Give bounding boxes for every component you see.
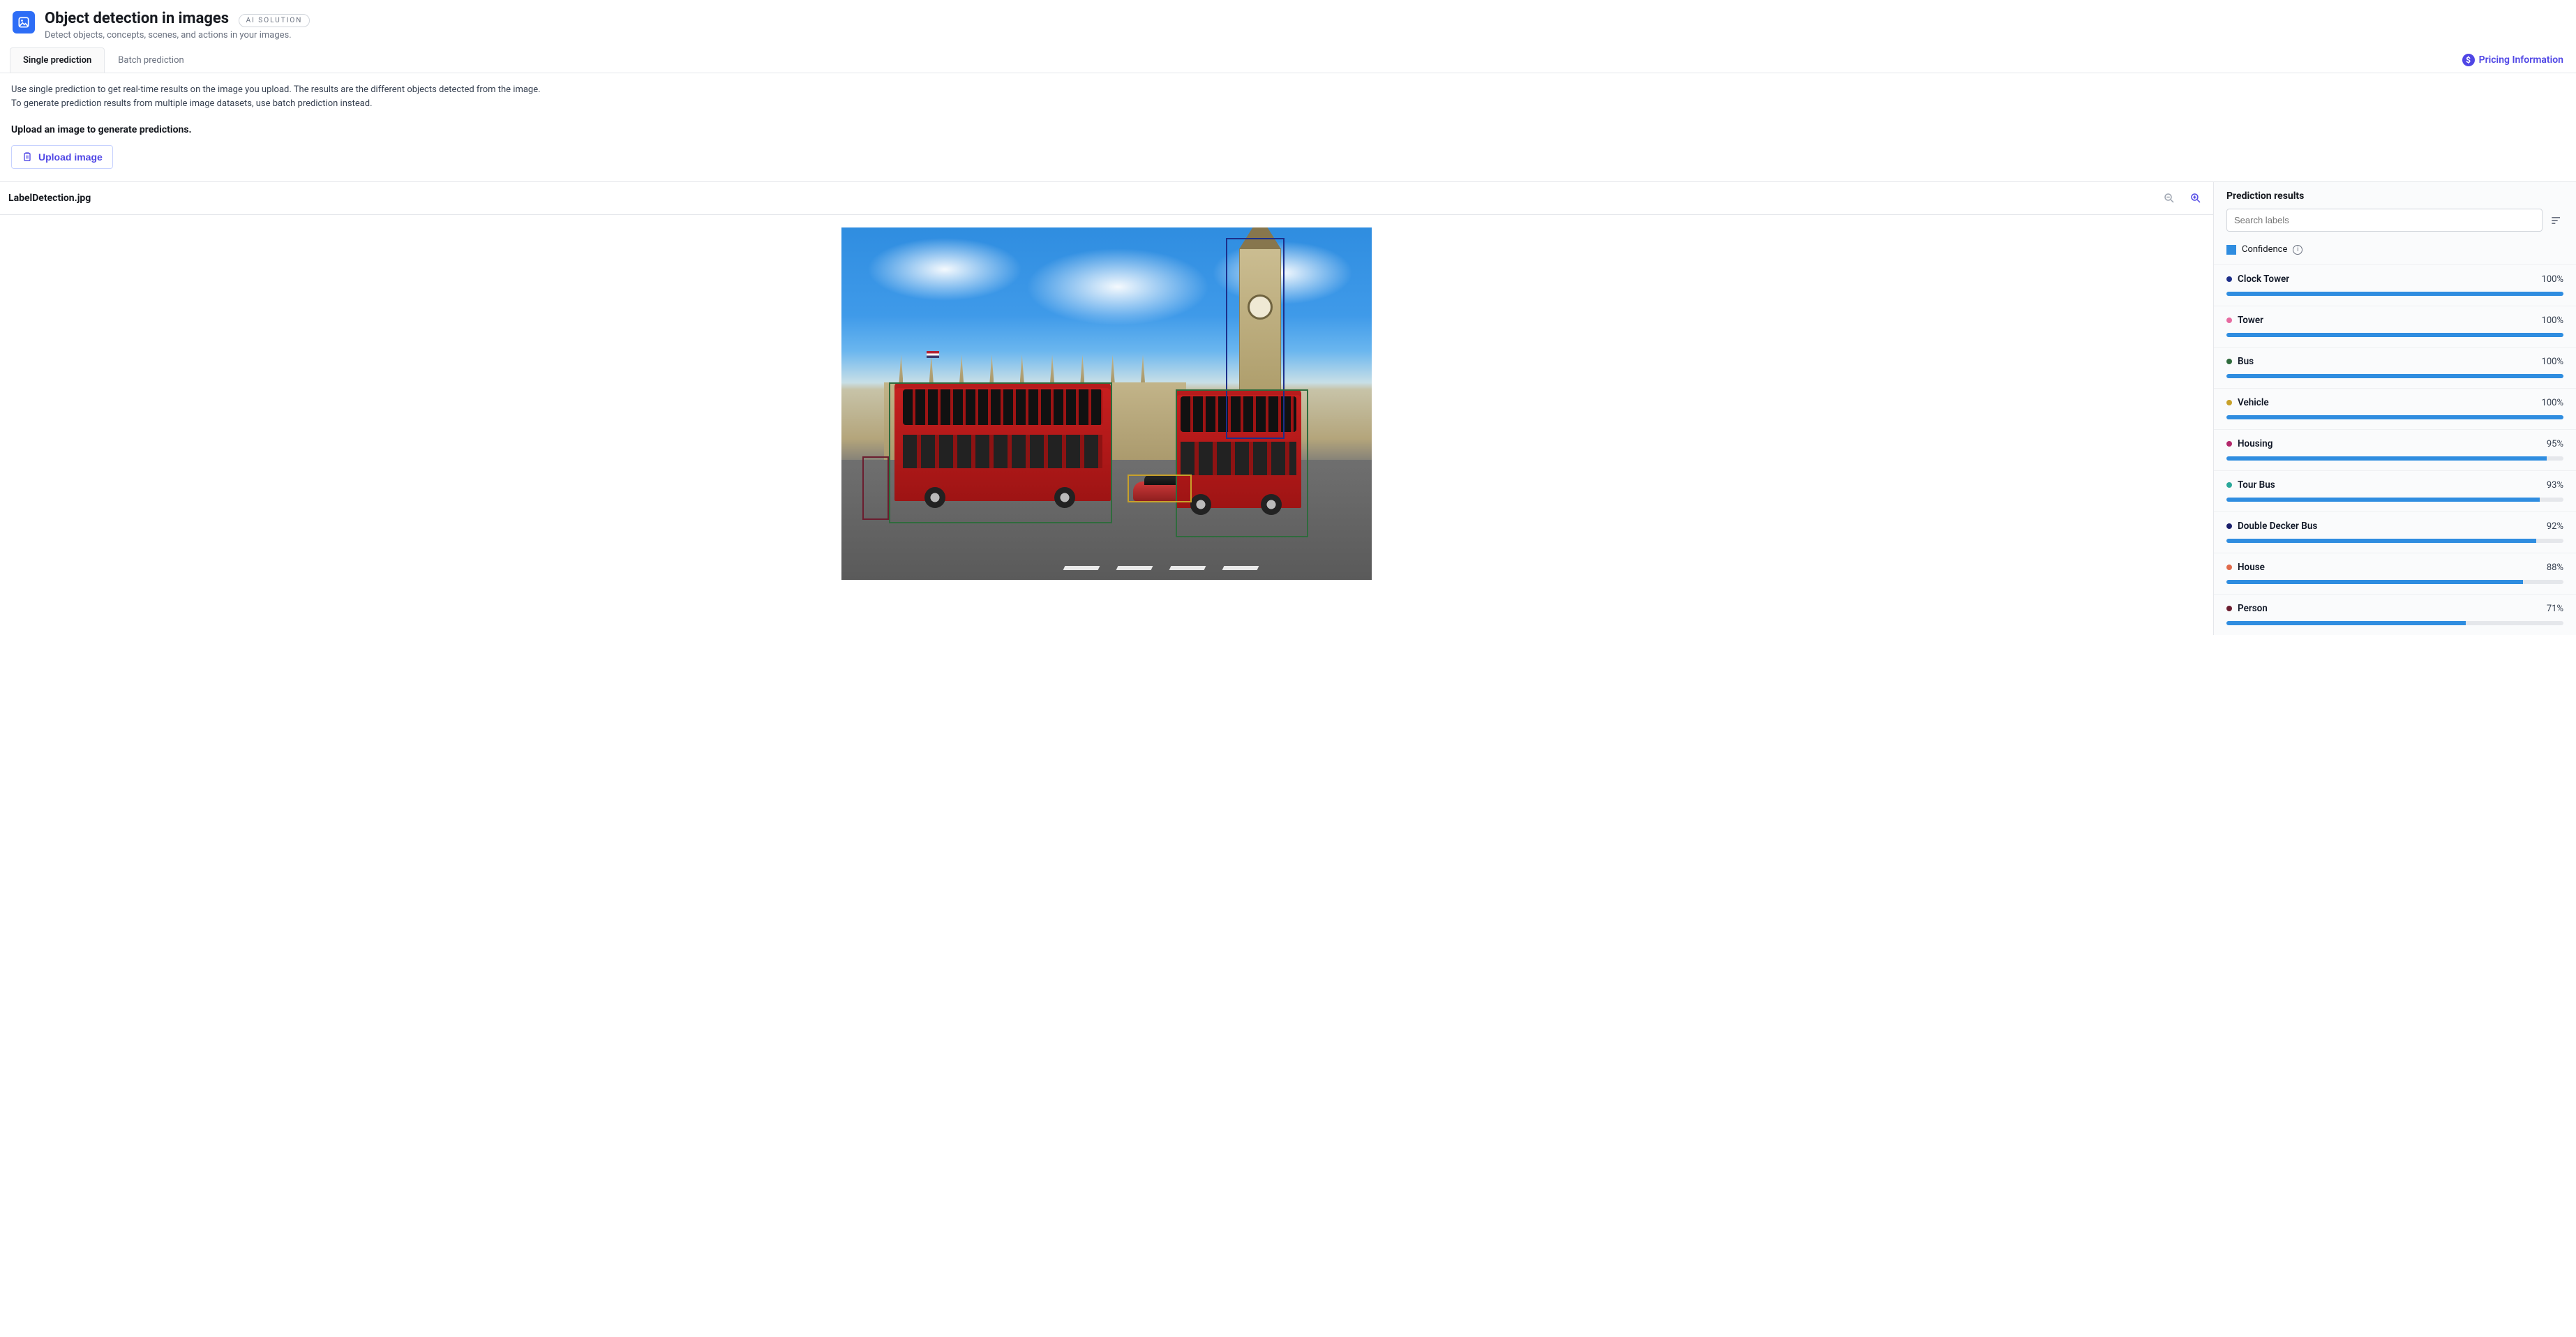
image-filename: LabelDetection.jpg: [8, 193, 91, 204]
bbox-bus-left[interactable]: [889, 382, 1111, 523]
result-label: Clock Tower: [2238, 274, 2536, 285]
upload-image-button[interactable]: Upload image: [11, 145, 113, 169]
bbox-person[interactable]: [862, 456, 889, 520]
result-item[interactable]: Person 71%: [2214, 594, 2576, 635]
result-percent: 100%: [2542, 357, 2563, 367]
search-labels-input[interactable]: [2226, 209, 2543, 232]
confidence-bar: [2226, 539, 2563, 543]
tab-single-prediction[interactable]: Single prediction: [10, 47, 105, 73]
intro-line-2: To generate prediction results from mult…: [11, 97, 2565, 111]
ai-solution-badge: AI SOLUTION: [239, 14, 310, 27]
result-label: Double Decker Bus: [2238, 521, 2541, 532]
zoom-out-icon: [2163, 192, 2176, 204]
result-color-dot: [2226, 565, 2232, 570]
detected-image[interactable]: [841, 227, 1372, 580]
sort-icon: [2549, 214, 2563, 227]
zoom-in-button[interactable]: [2187, 189, 2205, 207]
upload-heading: Upload an image to generate predictions.: [11, 124, 2565, 135]
page-subtitle: Detect objects, concepts, scenes, and ac…: [45, 30, 310, 40]
tabs: Single prediction Batch prediction: [10, 47, 197, 73]
result-label: Tour Bus: [2238, 479, 2541, 491]
result-percent: 93%: [2547, 480, 2563, 491]
pricing-information-label: Pricing Information: [2479, 54, 2563, 66]
result-color-dot: [2226, 318, 2232, 323]
confidence-label: Confidence: [2242, 244, 2287, 255]
tab-batch-prediction[interactable]: Batch prediction: [105, 47, 197, 73]
upload-image-label: Upload image: [38, 151, 103, 163]
image-stage: [0, 215, 2213, 592]
info-icon[interactable]: i: [2293, 245, 2302, 255]
result-item[interactable]: Tour Bus 93%: [2214, 470, 2576, 511]
zoom-in-icon: [2189, 192, 2202, 204]
result-list: Clock Tower 100% Tower 100% Bus 100% Vehicle 10…: [2214, 264, 2576, 635]
result-percent: 71%: [2547, 604, 2563, 614]
result-color-dot: [2226, 441, 2232, 447]
result-color-dot: [2226, 276, 2232, 282]
results-pane: Prediction results Confidence i Clock To…: [2213, 182, 2576, 635]
confidence-bar: [2226, 415, 2563, 419]
result-label: House: [2238, 562, 2541, 573]
pricing-information-link[interactable]: $ Pricing Information: [2459, 48, 2566, 72]
result-item[interactable]: Housing 95%: [2214, 429, 2576, 470]
result-label: Vehicle: [2238, 397, 2536, 408]
content-split: LabelDetection.jpg: [0, 181, 2576, 635]
result-item[interactable]: Vehicle 100%: [2214, 388, 2576, 429]
zoom-out-button[interactable]: [2160, 189, 2178, 207]
page-header: Object detection in images AI SOLUTION D…: [0, 0, 2576, 47]
result-color-dot: [2226, 606, 2232, 611]
app-icon: [13, 11, 35, 33]
result-percent: 92%: [2547, 521, 2563, 532]
result-item[interactable]: Bus 100%: [2214, 347, 2576, 388]
result-item[interactable]: Double Decker Bus 92%: [2214, 511, 2576, 553]
result-label: Tower: [2238, 315, 2536, 326]
confidence-bar: [2226, 621, 2563, 625]
result-label: Bus: [2238, 356, 2536, 367]
tabs-bar: Single prediction Batch prediction $ Pri…: [0, 47, 2576, 73]
confidence-bar: [2226, 333, 2563, 337]
clipboard-icon: [22, 151, 33, 163]
confidence-bar: [2226, 292, 2563, 296]
search-row: [2214, 209, 2576, 240]
confidence-swatch: [2226, 245, 2236, 255]
confidence-legend: Confidence i: [2214, 240, 2576, 264]
result-label: Person: [2238, 603, 2541, 614]
bbox-car[interactable]: [1128, 475, 1191, 502]
confidence-bar: [2226, 580, 2563, 584]
results-title: Prediction results: [2214, 182, 2576, 209]
result-item[interactable]: House 88%: [2214, 553, 2576, 594]
image-pane: LabelDetection.jpg: [0, 182, 2213, 635]
result-percent: 95%: [2547, 439, 2563, 449]
dollar-icon: $: [2462, 54, 2475, 66]
upload-section: Upload an image to generate predictions.…: [0, 117, 2576, 181]
result-color-dot: [2226, 523, 2232, 529]
intro-text: Use single prediction to get real-time r…: [0, 73, 2576, 117]
result-percent: 100%: [2542, 398, 2563, 408]
confidence-bar: [2226, 374, 2563, 378]
sort-button[interactable]: [2549, 214, 2563, 227]
result-color-dot: [2226, 359, 2232, 364]
confidence-bar: [2226, 456, 2563, 461]
page-title: Object detection in images: [45, 10, 229, 27]
result-color-dot: [2226, 400, 2232, 405]
image-header: LabelDetection.jpg: [0, 182, 2213, 215]
result-color-dot: [2226, 482, 2232, 488]
confidence-bar: [2226, 498, 2563, 502]
result-percent: 100%: [2542, 274, 2563, 285]
result-label: Housing: [2238, 438, 2541, 449]
bbox-bus-right[interactable]: [1176, 389, 1308, 537]
result-percent: 88%: [2547, 562, 2563, 573]
result-item[interactable]: Tower 100%: [2214, 306, 2576, 347]
intro-line-1: Use single prediction to get real-time r…: [11, 83, 2565, 97]
result-item[interactable]: Clock Tower 100%: [2214, 264, 2576, 306]
result-percent: 100%: [2542, 315, 2563, 326]
